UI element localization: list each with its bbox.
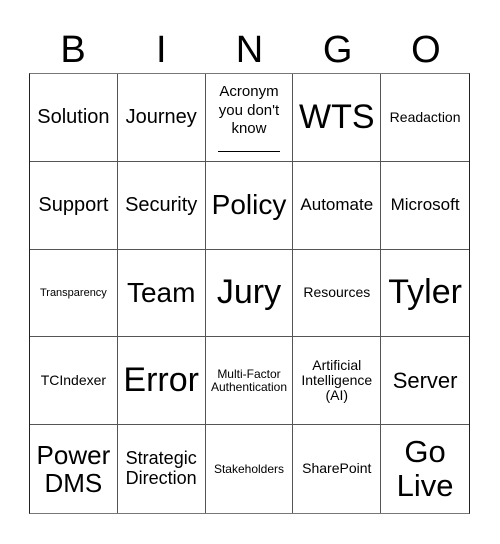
bingo-cell[interactable]: Transparency: [30, 249, 118, 338]
header-letter-o: O: [411, 29, 441, 71]
bingo-cell[interactable]: Security: [117, 161, 206, 250]
bingo-cell[interactable]: Readaction: [381, 74, 469, 162]
bingo-cell[interactable]: Microsoft: [381, 162, 469, 250]
bingo-cell[interactable]: Automate: [293, 161, 382, 250]
bingo-cell[interactable]: Jury: [205, 249, 294, 338]
bingo-cell[interactable]: SharePoint: [293, 425, 382, 513]
bingo-cell[interactable]: Go Live: [381, 425, 469, 513]
bingo-cell[interactable]: Multi-Factor Authentication: [205, 337, 294, 426]
acronym-text: Acronym you don't know: [217, 82, 280, 153]
bingo-cell[interactable]: Journey: [117, 74, 206, 162]
acronym-line-1: Acronym: [219, 82, 279, 100]
bingo-cell[interactable]: Error: [117, 337, 206, 426]
bingo-cell[interactable]: Strategic Direction: [118, 425, 206, 513]
header-letter-b: B: [60, 29, 86, 71]
bingo-cell[interactable]: Artificial Intelligence (AI): [293, 337, 382, 426]
bingo-board: Solution Journey Acronym you don't know …: [29, 73, 470, 514]
bingo-cell[interactable]: Policy: [205, 161, 294, 250]
acronym-line-2: you don't: [218, 101, 280, 119]
bingo-cell[interactable]: Stakeholders: [206, 425, 294, 513]
bingo-header: B I N G O: [29, 28, 470, 73]
acronym-line-3: know: [231, 120, 267, 138]
bingo-cell[interactable]: Resources: [293, 249, 382, 338]
bingo-cell-acronym[interactable]: Acronym you don't know: [205, 74, 294, 162]
bingo-cell[interactable]: Power DMS: [30, 425, 118, 513]
header-letter-n: N: [235, 29, 264, 71]
header-letter-g: G: [322, 29, 353, 71]
bingo-cell[interactable]: Server: [381, 337, 469, 426]
bingo-cell[interactable]: Team: [117, 249, 206, 338]
bingo-cell[interactable]: Support: [30, 161, 118, 250]
bingo-cell[interactable]: Tyler: [381, 250, 469, 338]
bingo-cell[interactable]: Solution: [30, 74, 118, 162]
bingo-cell[interactable]: TCIndexer: [30, 337, 118, 426]
bingo-cell[interactable]: WTS: [293, 74, 382, 162]
acronym-blank-line: [217, 139, 280, 153]
header-letter-i: I: [156, 29, 167, 71]
